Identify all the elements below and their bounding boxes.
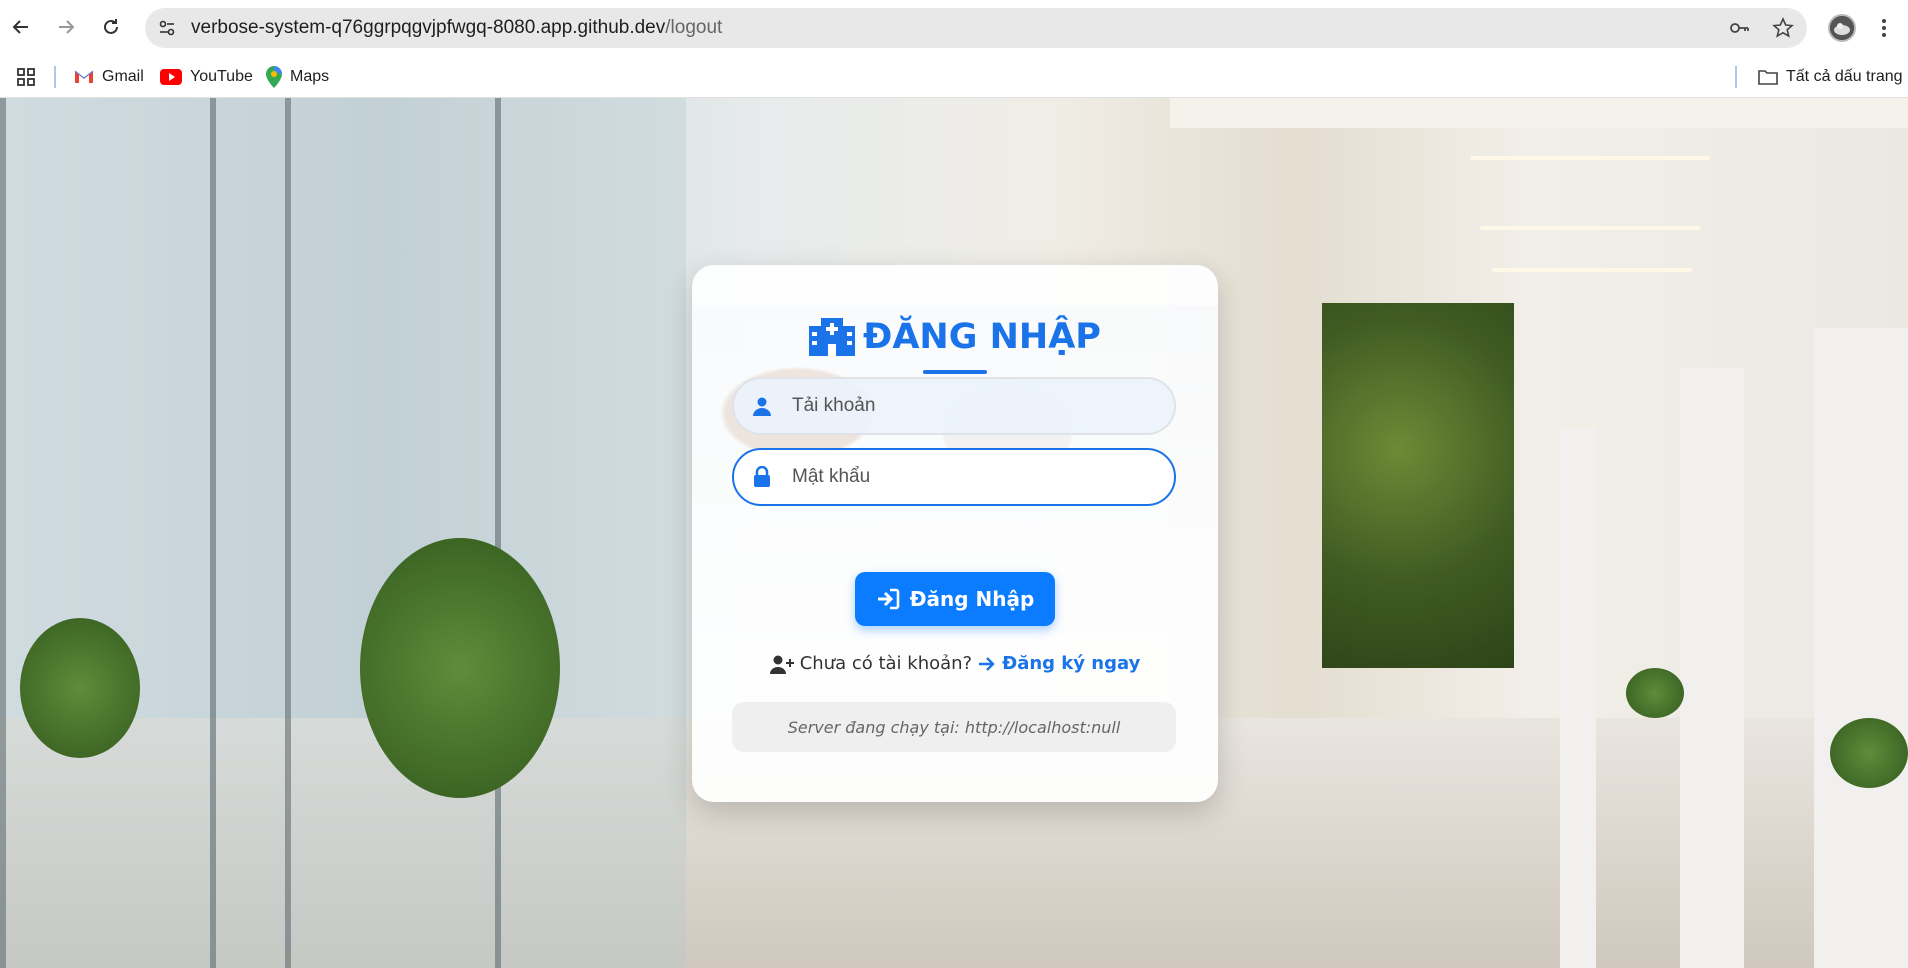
glass-panel (495, 98, 686, 968)
folder-icon (1758, 70, 1778, 85)
column (1814, 328, 1908, 968)
ceiling-light (1492, 268, 1692, 272)
youtube-icon (160, 69, 182, 85)
arrow-right-icon (979, 656, 995, 671)
login-card: ĐĂNG NHẬP Đăng Nhập Chưa có tài khoản? Đ… (692, 265, 1218, 802)
bookmarks-separator (54, 66, 56, 88)
ceiling (1170, 98, 1908, 128)
bookmark-gmail[interactable]: Gmail (74, 56, 144, 98)
site-settings-icon[interactable] (155, 16, 179, 40)
password-field[interactable] (732, 448, 1176, 506)
title-underline (923, 370, 987, 374)
user-plus-icon (769, 655, 794, 674)
reload-icon[interactable] (94, 10, 128, 44)
plant (360, 538, 560, 798)
server-status: Server đang chạy tại: http://localhost:n… (732, 702, 1176, 752)
hospital-icon (809, 318, 856, 356)
bookmark-maps[interactable]: Maps (266, 56, 329, 98)
profile-avatar[interactable] (1828, 14, 1856, 42)
login-title: ĐĂNG NHẬP (692, 317, 1218, 357)
glass-panel (210, 98, 286, 968)
username-field[interactable] (732, 377, 1176, 435)
password-key-icon[interactable] (1727, 16, 1751, 40)
bookmark-star-icon[interactable] (1771, 16, 1795, 40)
browser-toolbar: verbose-system-q76ggrpqgvjpfwgq-8080.app… (0, 0, 1908, 56)
browser-menu-icon[interactable] (1874, 14, 1894, 42)
address-bar[interactable]: verbose-system-q76ggrpqgvjpfwgq-8080.app… (145, 8, 1807, 48)
ceiling-light (1470, 156, 1710, 160)
bookmark-youtube[interactable]: YouTube (160, 56, 253, 98)
ceiling-light (1480, 226, 1700, 230)
green-wall (1322, 303, 1514, 668)
sign-in-icon (877, 588, 900, 610)
bookmarks-separator-right (1735, 66, 1737, 88)
login-button[interactable]: Đăng Nhập (855, 572, 1055, 626)
column (1560, 428, 1596, 968)
glass-panel (0, 98, 216, 968)
url-text[interactable]: verbose-system-q76ggrpqgvjpfwgq-8080.app… (191, 8, 722, 48)
glass-panel (285, 98, 501, 968)
user-icon (734, 396, 790, 416)
back-icon[interactable] (4, 10, 38, 44)
forward-icon[interactable] (49, 10, 83, 44)
gmail-icon (74, 70, 94, 83)
maps-icon (266, 66, 282, 88)
all-bookmarks-folder[interactable]: Tất cả dấu trang (1758, 56, 1903, 98)
bookmarks-bar: Gmail YouTube Maps Tất cả dấu trang (0, 56, 1908, 98)
plant (1830, 718, 1908, 788)
username-input[interactable] (790, 394, 1154, 418)
apps-grid-icon[interactable] (16, 56, 36, 98)
lock-icon (734, 466, 790, 488)
plant (1626, 668, 1684, 718)
plant (20, 618, 140, 758)
register-row: Chưa có tài khoản? Đăng ký ngay (692, 653, 1218, 674)
password-input[interactable] (790, 465, 1154, 489)
column (1680, 368, 1744, 968)
register-link[interactable]: Đăng ký ngay (978, 653, 1140, 674)
